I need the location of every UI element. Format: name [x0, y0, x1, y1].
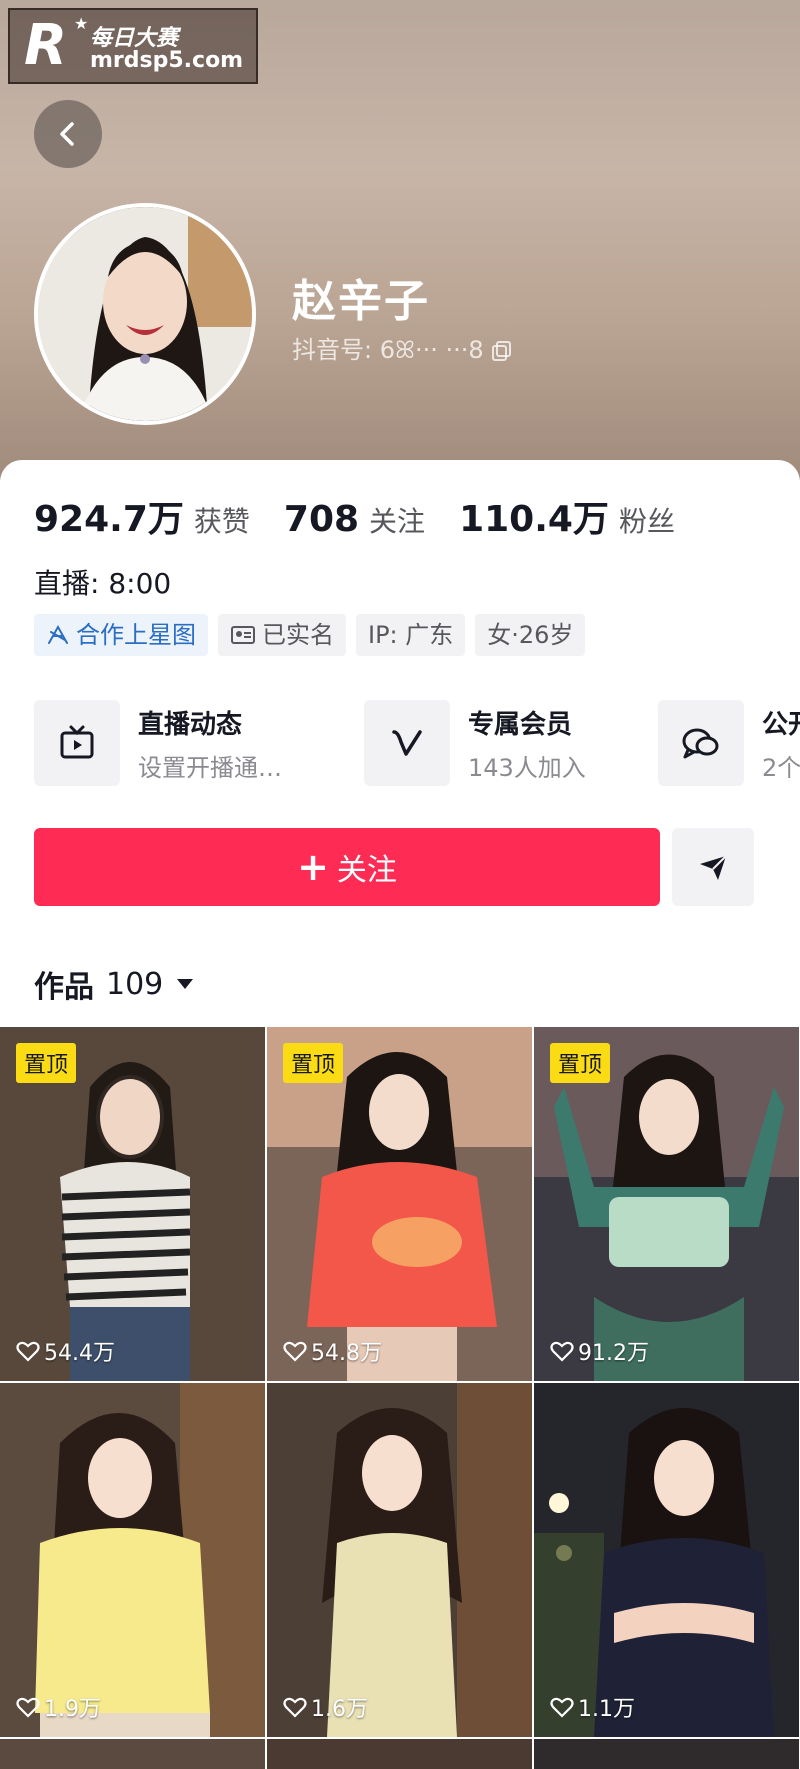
likes-count: 924.7万 [34, 499, 184, 540]
feature-title: 直播动态 [138, 710, 243, 740]
send-icon [700, 855, 727, 880]
douyin-id: 抖音号: 6ꕤ··· ···8 [292, 330, 513, 365]
video-likes: 1.1万 [550, 1691, 635, 1723]
heart-icon [16, 1697, 40, 1718]
following-count[interactable]: 708 [284, 499, 359, 540]
heart-icon [283, 1341, 307, 1362]
following-label[interactable]: 关注 [369, 500, 425, 540]
feature-subtitle: 设置开播通… [138, 754, 282, 782]
video-likes: 1.6万 [283, 1691, 368, 1723]
likes-value: 54.4万 [44, 1341, 115, 1366]
feature-subtitle: 143人加入 [468, 754, 586, 782]
video-image [267, 1383, 532, 1737]
video-likes: 54.4万 [16, 1335, 115, 1367]
heart-icon [550, 1341, 574, 1362]
ip-label: IP: 广东 [368, 621, 454, 649]
heart-icon [283, 1697, 307, 1718]
video-image [534, 1383, 799, 1737]
avatar[interactable] [34, 203, 256, 425]
back-button[interactable] [34, 100, 102, 168]
gender-age-label: 女·26岁 [487, 621, 574, 649]
feature-live-updates[interactable]: 直播动态 设置开播通… [34, 700, 334, 786]
followers-count[interactable]: 110.4万 [459, 490, 609, 542]
follow-label: 关注 [336, 853, 397, 888]
tv-icon [34, 700, 120, 786]
video-thumb[interactable]: 置顶 54.4万 [0, 1027, 265, 1381]
feature-title: 公开 [762, 710, 800, 740]
feature-title: 专属会员 [468, 710, 573, 740]
verified-tag: 已实名 [218, 614, 346, 656]
likes-value: 91.2万 [578, 1341, 649, 1366]
video-thumb[interactable]: 1.1万 [534, 1383, 799, 1737]
douyin-id-label: 抖音号: [292, 336, 373, 364]
v-membership-icon [364, 700, 450, 786]
feature-row: 直播动态 设置开播通… 专属会员 143人加入 公开 2个 [34, 700, 800, 786]
video-likes: 91.2万 [550, 1335, 649, 1367]
video-likes: 54.8万 [283, 1335, 382, 1367]
stats-row: 924.7万 获赞 708 关注 110.4万 粉丝 [34, 490, 709, 542]
star-map-icon [48, 624, 68, 644]
likes-label: 获赞 [193, 505, 250, 538]
feature-public-groups[interactable]: 公开 2个 [658, 700, 800, 786]
feature-subtitle: 2个 [762, 754, 800, 782]
share-button[interactable] [672, 828, 754, 906]
douyin-id-value: 6ꕤ··· ···8 [379, 336, 484, 364]
heart-icon [16, 1341, 40, 1362]
copy-icon[interactable] [491, 340, 513, 362]
pinned-badge: 置顶 [16, 1043, 77, 1083]
video-thumb[interactable] [267, 1739, 532, 1769]
profile-tags: 合作上星图 已实名 IP: 广东 女·26岁 [34, 614, 595, 656]
star-map-label: 合作上星图 [76, 621, 196, 649]
feature-membership[interactable]: 专属会员 143人加入 [364, 700, 624, 786]
likes-value: 54.8万 [311, 1341, 382, 1366]
plus-icon: + [297, 845, 329, 889]
gender-age-tag: 女·26岁 [475, 614, 586, 656]
video-thumb[interactable]: 1.9万 [0, 1383, 265, 1737]
id-card-icon [231, 626, 255, 644]
chat-group-icon [658, 700, 744, 786]
video-image [0, 1383, 265, 1737]
follow-button[interactable]: + 关注 [34, 828, 660, 906]
chevron-left-icon [60, 122, 74, 146]
followers-label[interactable]: 粉丝 [619, 500, 675, 540]
video-likes: 1.9万 [16, 1691, 101, 1723]
likes-value: 1.6万 [311, 1697, 368, 1722]
avatar-portrait-icon [38, 207, 252, 421]
works-count: 109 [106, 966, 164, 1002]
verified-label: 已实名 [262, 621, 334, 649]
watermark-star-icon: ★ [74, 14, 89, 33]
likes-value: 1.1万 [578, 1697, 635, 1722]
pinned-badge: 置顶 [283, 1043, 344, 1083]
heart-icon [550, 1697, 574, 1718]
video-thumb[interactable]: 1.6万 [267, 1383, 532, 1737]
works-header[interactable]: 作品 109 [34, 962, 195, 1006]
watermark-url: mrdsp5.com [90, 48, 244, 73]
dropdown-arrow-icon [177, 979, 194, 989]
pinned-badge: 置顶 [550, 1043, 611, 1083]
likes-value: 1.9万 [44, 1697, 101, 1722]
video-thumb[interactable]: 置顶 54.8万 [267, 1027, 532, 1381]
video-thumb[interactable] [534, 1739, 799, 1769]
profile-name: 赵辛子 [292, 276, 430, 327]
watermark: R ★ 每日大赛 mrdsp5.com [8, 8, 258, 84]
star-map-tag[interactable]: 合作上星图 [34, 614, 208, 656]
works-label: 作品 [34, 970, 94, 1005]
video-thumb[interactable]: 置顶 91.2万 [534, 1027, 799, 1381]
ip-tag: IP: 广东 [356, 614, 466, 656]
profile-header: R ★ 每日大赛 mrdsp5.com 赵辛子 抖音号: 6ꕤ··· ···8 [0, 0, 800, 480]
watermark-logo: R [24, 13, 68, 78]
live-schedule: 直播: 8:00 [34, 567, 172, 600]
video-thumb[interactable] [0, 1739, 265, 1769]
